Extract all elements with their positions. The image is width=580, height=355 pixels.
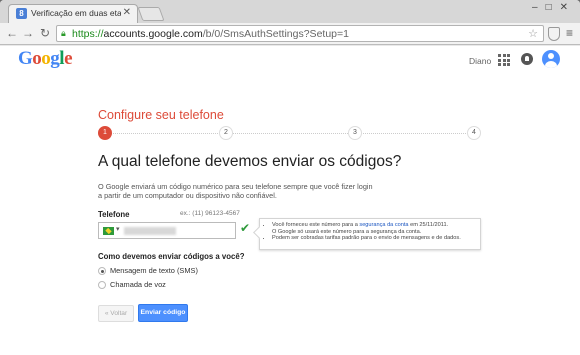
voice-label[interactable]: Chamada de voz xyxy=(110,280,166,289)
option-sms[interactable]: Mensagem de texto (SMS) xyxy=(98,266,218,276)
window-controls: –□✕ xyxy=(532,2,576,13)
info-item: Podem ser cobradas tarifas padrão para o… xyxy=(272,235,474,242)
phone-example-hint: ex.: (11) 96123-4567 xyxy=(180,210,240,217)
step-3: 3 xyxy=(348,126,362,140)
step-2: 2 xyxy=(219,126,233,140)
browser-tab[interactable]: 8 Verificação em duas etap ✕ xyxy=(8,4,138,23)
avatar[interactable] xyxy=(542,50,560,68)
method-question: Como devemos enviar códigos a você? xyxy=(98,252,245,261)
back-button[interactable]: « Voltar xyxy=(98,305,134,322)
info-item: O Google só usará este número para a seg… xyxy=(272,229,474,236)
check-icon: ✔ xyxy=(240,221,251,235)
phone-number-redacted xyxy=(124,227,176,235)
url-text: https://accounts.google.com/b/0/SmsAuthS… xyxy=(72,28,349,40)
logo-letter: e xyxy=(64,48,72,69)
account-security-link[interactable]: segurança da conta xyxy=(359,222,408,228)
url-host: accounts.google.com xyxy=(103,28,203,40)
tab-close-icon[interactable]: ✕ xyxy=(123,7,131,18)
menu-icon[interactable]: ≡ xyxy=(566,26,573,40)
sms-radio[interactable] xyxy=(98,267,106,275)
user-name[interactable]: Diano xyxy=(469,56,491,66)
browser-toolbar: ← → ↻ 🔒︎ https://accounts.google.com/b/0… xyxy=(0,23,580,45)
logo-letter: G xyxy=(18,48,33,69)
new-tab-button[interactable] xyxy=(137,7,165,21)
url-path: /b/0/SmsAuthSettings?Setup=1 xyxy=(202,28,349,40)
tab-title: Verificação em duas etap xyxy=(31,8,121,18)
sms-label[interactable]: Mensagem de texto (SMS) xyxy=(110,266,198,275)
page-question: A qual telefone devemos enviar os código… xyxy=(98,153,402,170)
setup-title: Configure seu telefone xyxy=(98,108,224,122)
brazil-flag-icon[interactable] xyxy=(103,227,114,235)
maximize-icon[interactable]: □ xyxy=(546,2,560,13)
step-4: 4 xyxy=(467,126,481,140)
google-logo[interactable]: Google xyxy=(18,48,72,70)
option-voice[interactable]: Chamada de voz xyxy=(98,280,188,290)
description-line-2: a partir de um computador ou dispositivo… xyxy=(98,191,277,200)
forward-icon[interactable]: → xyxy=(20,26,36,40)
notifications-icon[interactable] xyxy=(521,53,533,65)
step-progress: 1 2 3 4 xyxy=(98,126,488,140)
close-window-icon[interactable]: ✕ xyxy=(560,2,576,13)
step-connector xyxy=(108,133,478,134)
description-line-1: O Google enviará um código numérico para… xyxy=(98,182,373,191)
google-header: Google Diano xyxy=(0,46,580,76)
phone-info-tooltip: Você forneceu este número para a seguran… xyxy=(259,218,481,250)
logo-letter: o xyxy=(41,48,51,69)
phone-label: Telefone xyxy=(98,210,130,219)
url-scheme: https:// xyxy=(72,28,104,40)
reload-icon[interactable]: ↻ xyxy=(37,26,53,40)
extension-icon[interactable] xyxy=(548,27,560,41)
description: O Google enviará um código numérico para… xyxy=(98,182,388,200)
lock-icon: 🔒︎ xyxy=(61,28,66,38)
address-bar[interactable]: 🔒︎ https://accounts.google.com/b/0/SmsAu… xyxy=(56,25,544,42)
page-content: Google Diano Configure seu telefone 1 2 … xyxy=(0,46,580,355)
browser-window: 8 Verificação em duas etap ✕ –□✕ ← → ↻ 🔒… xyxy=(0,0,580,355)
step-1: 1 xyxy=(98,126,112,140)
phone-input[interactable]: ▾ xyxy=(98,222,236,239)
star-icon[interactable]: ☆ xyxy=(528,27,538,40)
country-dropdown-caret[interactable]: ▾ xyxy=(116,225,120,233)
minimize-icon[interactable]: – xyxy=(532,2,546,13)
tab-favicon-icon: 8 xyxy=(16,8,27,19)
logo-letter: g xyxy=(50,48,60,69)
logo-letter: o xyxy=(32,48,42,69)
send-code-button[interactable]: Enviar código xyxy=(138,304,188,322)
apps-grid-icon[interactable] xyxy=(498,54,510,66)
info-item: Você forneceu este número para a seguran… xyxy=(272,222,474,229)
voice-radio[interactable] xyxy=(98,281,106,289)
back-icon[interactable]: ← xyxy=(4,26,20,40)
tab-strip: 8 Verificação em duas etap ✕ –□✕ xyxy=(0,0,580,23)
